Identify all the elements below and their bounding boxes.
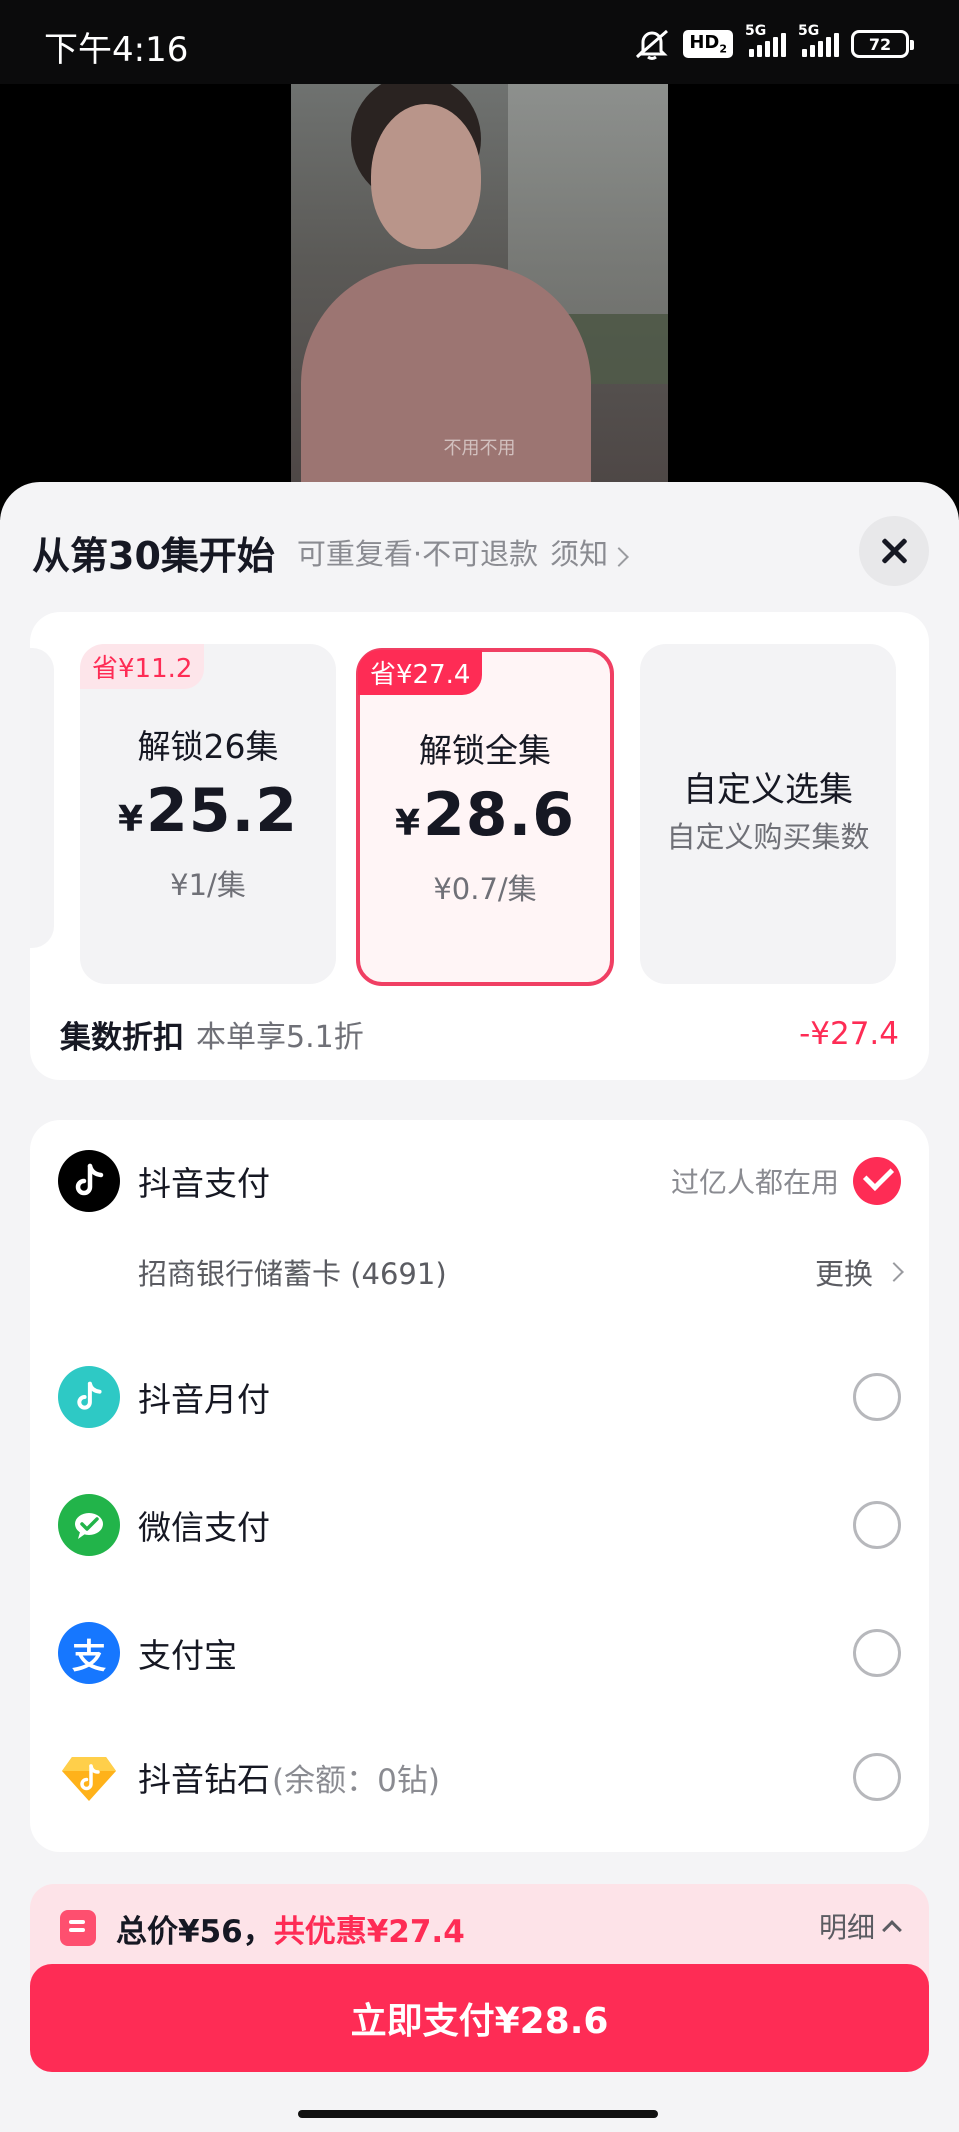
- radio-unchecked-icon[interactable]: [853, 1373, 901, 1421]
- douyin-icon: [58, 1150, 120, 1212]
- plan-per-episode: ¥1/集: [170, 868, 246, 902]
- plan-save-badge: 省¥11.2: [80, 644, 205, 689]
- notice-link[interactable]: 须知: [550, 531, 630, 573]
- alipay-icon: 支: [58, 1622, 120, 1684]
- discount-amount: -¥27.4: [799, 1016, 899, 1052]
- plan-price: ¥28.6: [394, 780, 576, 850]
- radio-unchecked-icon[interactable]: [853, 1629, 901, 1677]
- payment-method-wechat[interactable]: 微信支付: [58, 1490, 901, 1560]
- close-button[interactable]: [859, 516, 929, 586]
- signal-icon-2: 5G: [798, 23, 839, 57]
- plan-previous-peek[interactable]: [30, 648, 54, 948]
- plan-option-26[interactable]: 省¥11.2 解锁26集 ¥25.2 ¥1/集: [80, 644, 336, 984]
- plan-custom-title: 自定义选集: [683, 770, 853, 810]
- chevron-up-icon: [882, 1920, 902, 1940]
- payment-method-name: 微信支付: [138, 1508, 270, 1547]
- plan-save-badge: 省¥27.4: [358, 650, 483, 695]
- payment-methods-card: 抖音支付 过亿人都在用 招商银行储蓄卡 (4691) 更换 抖音月付 微信支付: [30, 1120, 929, 1852]
- plan-per-episode: ¥0.7/集: [433, 872, 537, 906]
- diamond-balance: (余额：0钻): [272, 1762, 440, 1799]
- sheet-header: 从第30集开始 可重复看·不可退款 须知: [32, 522, 927, 582]
- total-price: 总价¥56，共优惠¥27.4: [116, 1914, 465, 1950]
- discount-desc: 本单享5.1折: [196, 1020, 364, 1055]
- payment-method-name: 抖音月付: [138, 1380, 270, 1419]
- plan-option-all[interactable]: 省¥27.4 解锁全集 ¥28.6 ¥0.7/集: [356, 648, 614, 986]
- mute-icon: [636, 29, 669, 60]
- plan-card: 省¥11.2 解锁26集 ¥25.2 ¥1/集 省¥27.4 解锁全集 ¥28.…: [30, 612, 929, 1080]
- battery-icon: 72: [851, 30, 914, 58]
- discount-row: 集数折扣 本单享5.1折 -¥27.4: [60, 1012, 899, 1056]
- pay-now-button[interactable]: 立即支付¥28.6: [30, 1964, 929, 2072]
- chevron-right-icon: [884, 1262, 904, 1282]
- payment-sheet: 从第30集开始 可重复看·不可退款 须知 省¥11.2 解锁26集 ¥25.2 …: [0, 482, 959, 2132]
- home-indicator[interactable]: [298, 2110, 658, 2118]
- status-icons: HD2 5G 5G 72: [633, 23, 914, 62]
- radio-unchecked-icon[interactable]: [853, 1501, 901, 1549]
- payment-method-alipay[interactable]: 支 支付宝: [58, 1618, 901, 1688]
- signal-icon-1: 5G: [745, 23, 786, 57]
- plan-custom-subtitle: 自定义购买集数: [666, 820, 870, 854]
- payment-method-name: 抖音钻石: [138, 1760, 270, 1799]
- status-bar: 下午4:16 HD2 5G 5G 72: [0, 0, 959, 84]
- receipt-icon: [60, 1910, 96, 1946]
- radio-unchecked-icon[interactable]: [853, 1753, 901, 1801]
- video-frame[interactable]: 不用不用: [291, 84, 668, 520]
- video-scene-wall: [508, 84, 668, 314]
- close-icon: [879, 536, 909, 566]
- douyin-diamond-icon: [58, 1746, 120, 1808]
- payment-method-douyin-diamond[interactable]: 抖音钻石 (余额：0钻): [58, 1742, 901, 1812]
- status-time: 下午4:16: [44, 30, 189, 70]
- sheet-title: 从第30集开始: [32, 533, 275, 578]
- video-subtitle: 不用不用: [443, 438, 516, 459]
- hd-badge: HD2: [683, 30, 733, 58]
- plan-name: 解锁全集: [419, 731, 551, 770]
- plan-price: ¥25.2: [117, 776, 299, 846]
- radio-checked-icon[interactable]: [853, 1157, 901, 1205]
- bank-card-name: 招商银行储蓄卡 (4691): [138, 1257, 447, 1291]
- price-detail-toggle[interactable]: 明细: [819, 1906, 902, 1946]
- discount-label: 集数折扣: [60, 1019, 184, 1056]
- payment-method-tag: 过亿人都在用: [670, 1166, 839, 1199]
- sheet-terms: 可重复看·不可退款: [296, 537, 539, 571]
- total-savings: 共优惠¥27.4: [273, 1914, 465, 1950]
- payment-method-douyin-monthly[interactable]: 抖音月付: [58, 1362, 901, 1432]
- douyin-monthly-icon: [58, 1366, 120, 1428]
- payment-method-name: 抖音支付: [138, 1164, 270, 1203]
- plan-option-custom[interactable]: 自定义选集 自定义购买集数: [640, 644, 896, 984]
- payment-method-douyin-pay[interactable]: 抖音支付 过亿人都在用: [58, 1146, 901, 1216]
- bank-card-row[interactable]: 招商银行储蓄卡 (4691) 更换: [138, 1242, 904, 1302]
- wechat-pay-icon: [58, 1494, 120, 1556]
- payment-method-name: 支付宝: [138, 1636, 237, 1675]
- plan-name: 解锁26集: [137, 727, 279, 766]
- sheet-subtitle: 可重复看·不可退款 须知: [296, 531, 630, 573]
- video-person-face: [371, 104, 481, 249]
- change-card-button[interactable]: 更换: [815, 1251, 904, 1293]
- chevron-right-icon: [609, 547, 630, 567]
